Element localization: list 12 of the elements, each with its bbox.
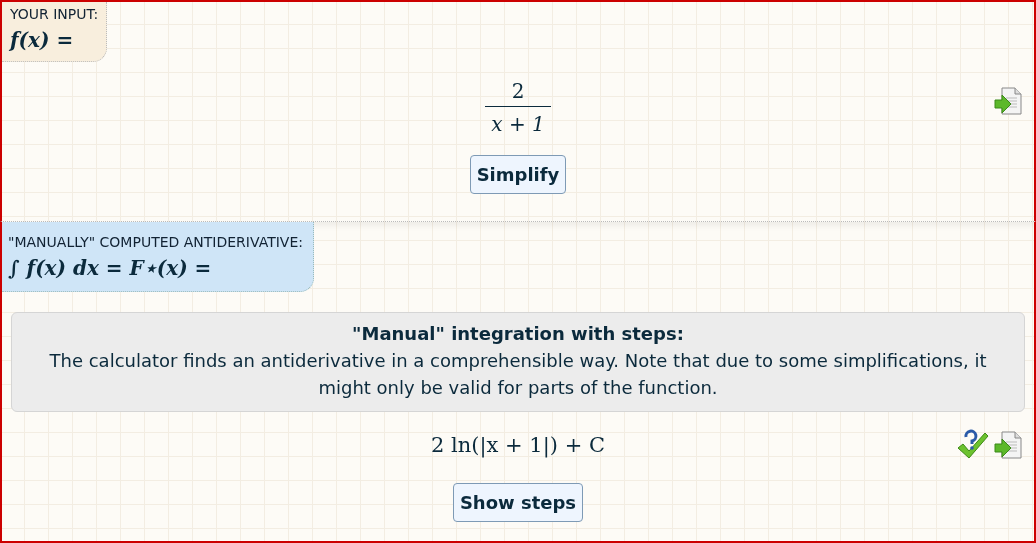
simplify-button[interactable]: Simplify — [469, 155, 567, 194]
show-steps-button[interactable]: Show steps — [452, 482, 584, 522]
formula: ∫ f(x) dx = F⋆(x) = — [8, 255, 213, 282]
fraction-expression: 2 x + 1 — [485, 76, 551, 139]
info-title: "Manual" integration with steps: — [351, 322, 685, 346]
section-label: YOUR INPUT: — [10, 5, 99, 24]
export-document-icon[interactable] — [994, 86, 1024, 116]
info-text: The calculator finds an antiderivative in a comprehensible way. Note that due to some simplifications, it might only be valid for parts of the function. — [48, 349, 988, 400]
formula: f(x) = — [10, 27, 75, 54]
export-document-icon[interactable] — [994, 430, 1024, 460]
result-expression: 2 ln(|x + 1|) + C — [431, 432, 605, 460]
section-label: "MANUALLY" COMPUTED ANTIDERIVATIVE: — [8, 233, 303, 252]
